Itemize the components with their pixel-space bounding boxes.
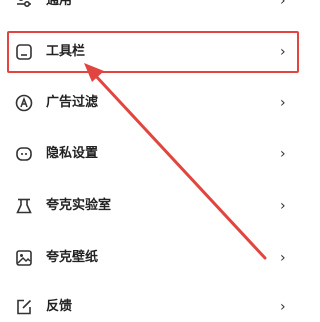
settings-menu: 通用 › 工具栏 › 广告过滤 › 隐私设置 › 夸克实验室 › 夸克壁纸 › … [0, 0, 304, 322]
toggle-icon [14, 0, 34, 11]
feedback-icon [14, 297, 34, 317]
menu-item-label: 反馈 [46, 299, 73, 314]
menu-item-label: 夸克壁纸 [46, 250, 99, 265]
menu-item-label: 广告过滤 [46, 95, 99, 110]
chevron-right-icon: › [280, 0, 286, 9]
chevron-right-icon: › [280, 146, 286, 162]
chevron-right-icon: › [280, 299, 286, 315]
menu-item-ad-filter[interactable]: 广告过滤 › [0, 88, 304, 118]
chevron-right-icon: › [280, 198, 286, 214]
menu-item-lab[interactable]: 夸克实验室 › [0, 191, 304, 221]
menu-item-privacy[interactable]: 隐私设置 › [0, 139, 304, 169]
menu-item-general[interactable]: 通用 › [0, 0, 304, 16]
highlight-box [7, 31, 299, 73]
menu-item-wallpaper[interactable]: 夸克壁纸 › [0, 243, 304, 273]
menu-item-label: 夸克实验室 [46, 198, 112, 213]
privacy-icon [14, 144, 34, 164]
chevron-right-icon: › [280, 95, 286, 111]
chevron-right-icon: › [280, 250, 286, 266]
menu-item-label: 隐私设置 [46, 146, 99, 161]
wallpaper-icon [14, 248, 34, 268]
ad-filter-icon [14, 93, 34, 113]
flask-icon [14, 196, 34, 216]
menu-item-feedback[interactable]: 反馈 › [0, 292, 304, 322]
menu-item-label: 通用 [46, 0, 73, 8]
